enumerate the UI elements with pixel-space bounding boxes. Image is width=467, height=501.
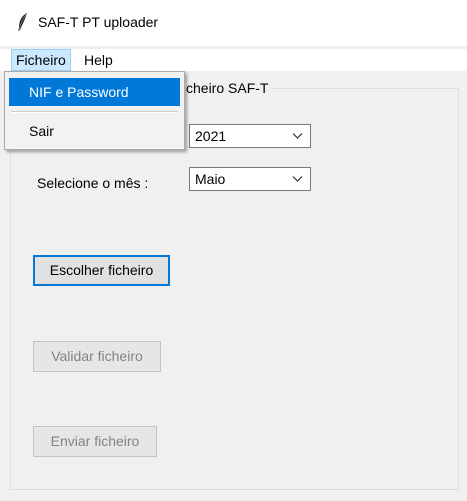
send-file-button[interactable]: Enviar ficheiro — [33, 426, 157, 457]
groupbox-title: cheiro SAF-T — [183, 80, 272, 96]
menu-separator — [11, 111, 178, 113]
menu-item-nif-password[interactable]: NIF e Password — [9, 78, 180, 106]
month-select[interactable]: Maio — [189, 167, 311, 191]
chevron-down-icon — [292, 176, 303, 182]
menu-ficheiro[interactable]: Ficheiro — [11, 49, 71, 71]
menu-item-sair[interactable]: Sair — [9, 117, 180, 145]
feather-icon — [18, 12, 28, 31]
year-select[interactable]: 2021 — [189, 124, 311, 148]
ficheiro-dropdown-menu: NIF e Password Sair — [4, 71, 185, 150]
title-bar: SAF-T PT uploader — [0, 0, 467, 46]
validate-file-button[interactable]: Validar ficheiro — [33, 341, 161, 372]
chevron-down-icon — [292, 133, 303, 139]
menu-help[interactable]: Help — [79, 49, 118, 71]
month-label: Selecione o mês : — [37, 175, 149, 191]
menu-bar: Ficheiro Help — [0, 49, 467, 71]
month-select-value: Maio — [195, 171, 226, 187]
window-title: SAF-T PT uploader — [38, 14, 159, 30]
year-select-value: 2021 — [195, 128, 227, 144]
choose-file-button[interactable]: Escolher ficheiro — [33, 255, 170, 286]
